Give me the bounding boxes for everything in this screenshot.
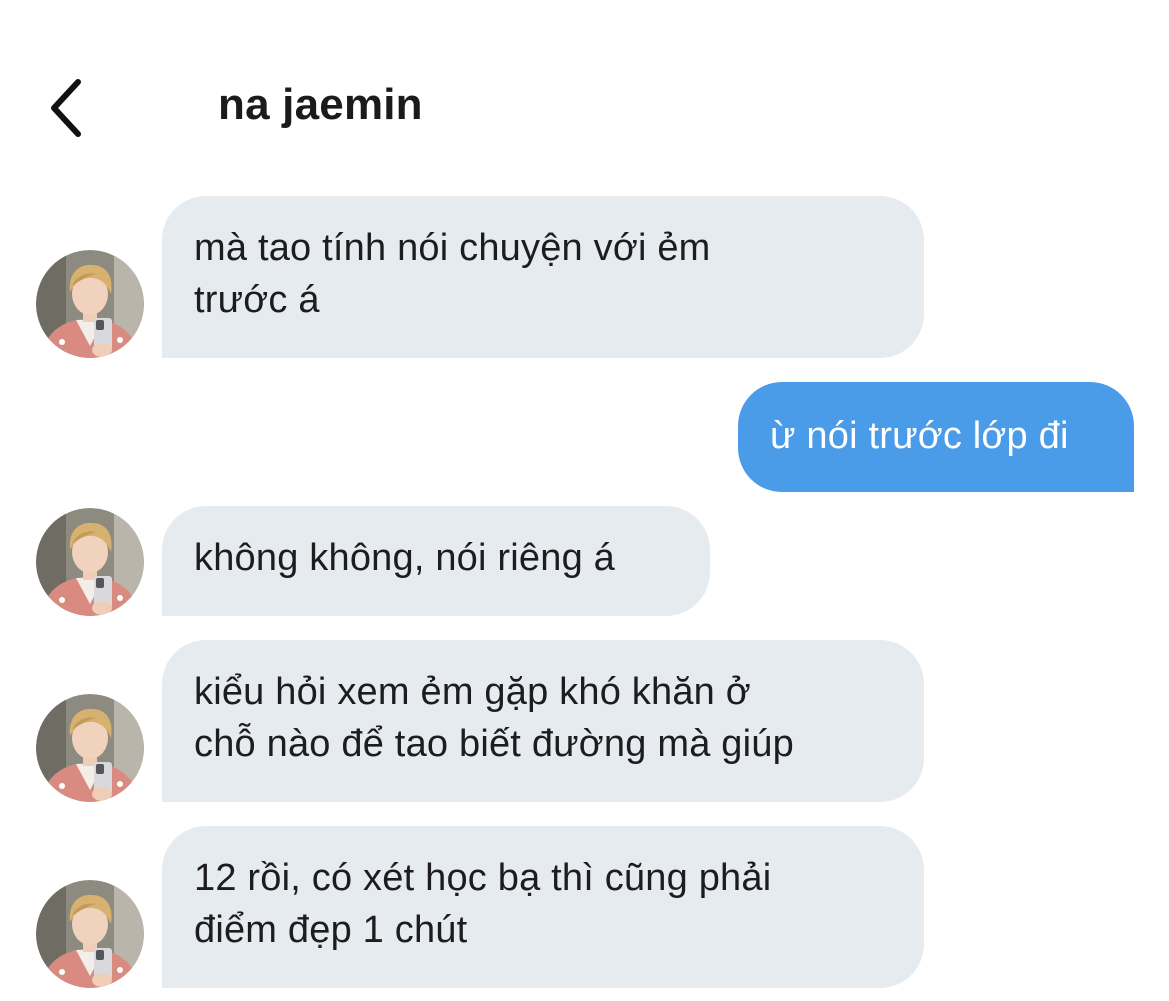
- message-text-line: kiểu hỏi xem ẻm gặp khó khăn ở: [194, 671, 751, 713]
- message-text-line: điểm đẹp 1 chút: [194, 909, 468, 951]
- avatar[interactable]: [36, 250, 144, 358]
- message-bubble[interactable]: không không, nói riêng á: [162, 506, 710, 616]
- message-text-line: trước á: [194, 279, 320, 321]
- message-bubble[interactable]: 12 rồi, có xét học bạ thì cũng phải điểm…: [162, 826, 924, 988]
- avatar[interactable]: [36, 694, 144, 802]
- message-bubble[interactable]: mà tao tính nói chuyện với ẻm trước á: [162, 196, 924, 358]
- chevron-left-icon: [51, 79, 81, 137]
- message-bubble[interactable]: ừ nói trước lớp đi: [738, 382, 1134, 492]
- message-text-line: 12 rồi, có xét học bạ thì cũng phải: [194, 857, 772, 899]
- back-button[interactable]: [36, 72, 96, 144]
- avatar[interactable]: [36, 508, 144, 616]
- avatar[interactable]: [36, 880, 144, 988]
- message-text-line: mà tao tính nói chuyện với ẻm: [194, 227, 711, 269]
- message-text-line: ừ nói trước lớp đi: [770, 415, 1069, 457]
- message-bubble[interactable]: kiểu hỏi xem ẻm gặp khó khăn ở chỗ nào đ…: [162, 640, 924, 802]
- chat-header: na jaemin: [0, 60, 1169, 160]
- contact-name[interactable]: na jaemin: [218, 80, 423, 130]
- message-text-line: không không, nói riêng á: [194, 537, 616, 579]
- message-text-line: chỗ nào để tao biết đường mà giúp: [194, 723, 794, 765]
